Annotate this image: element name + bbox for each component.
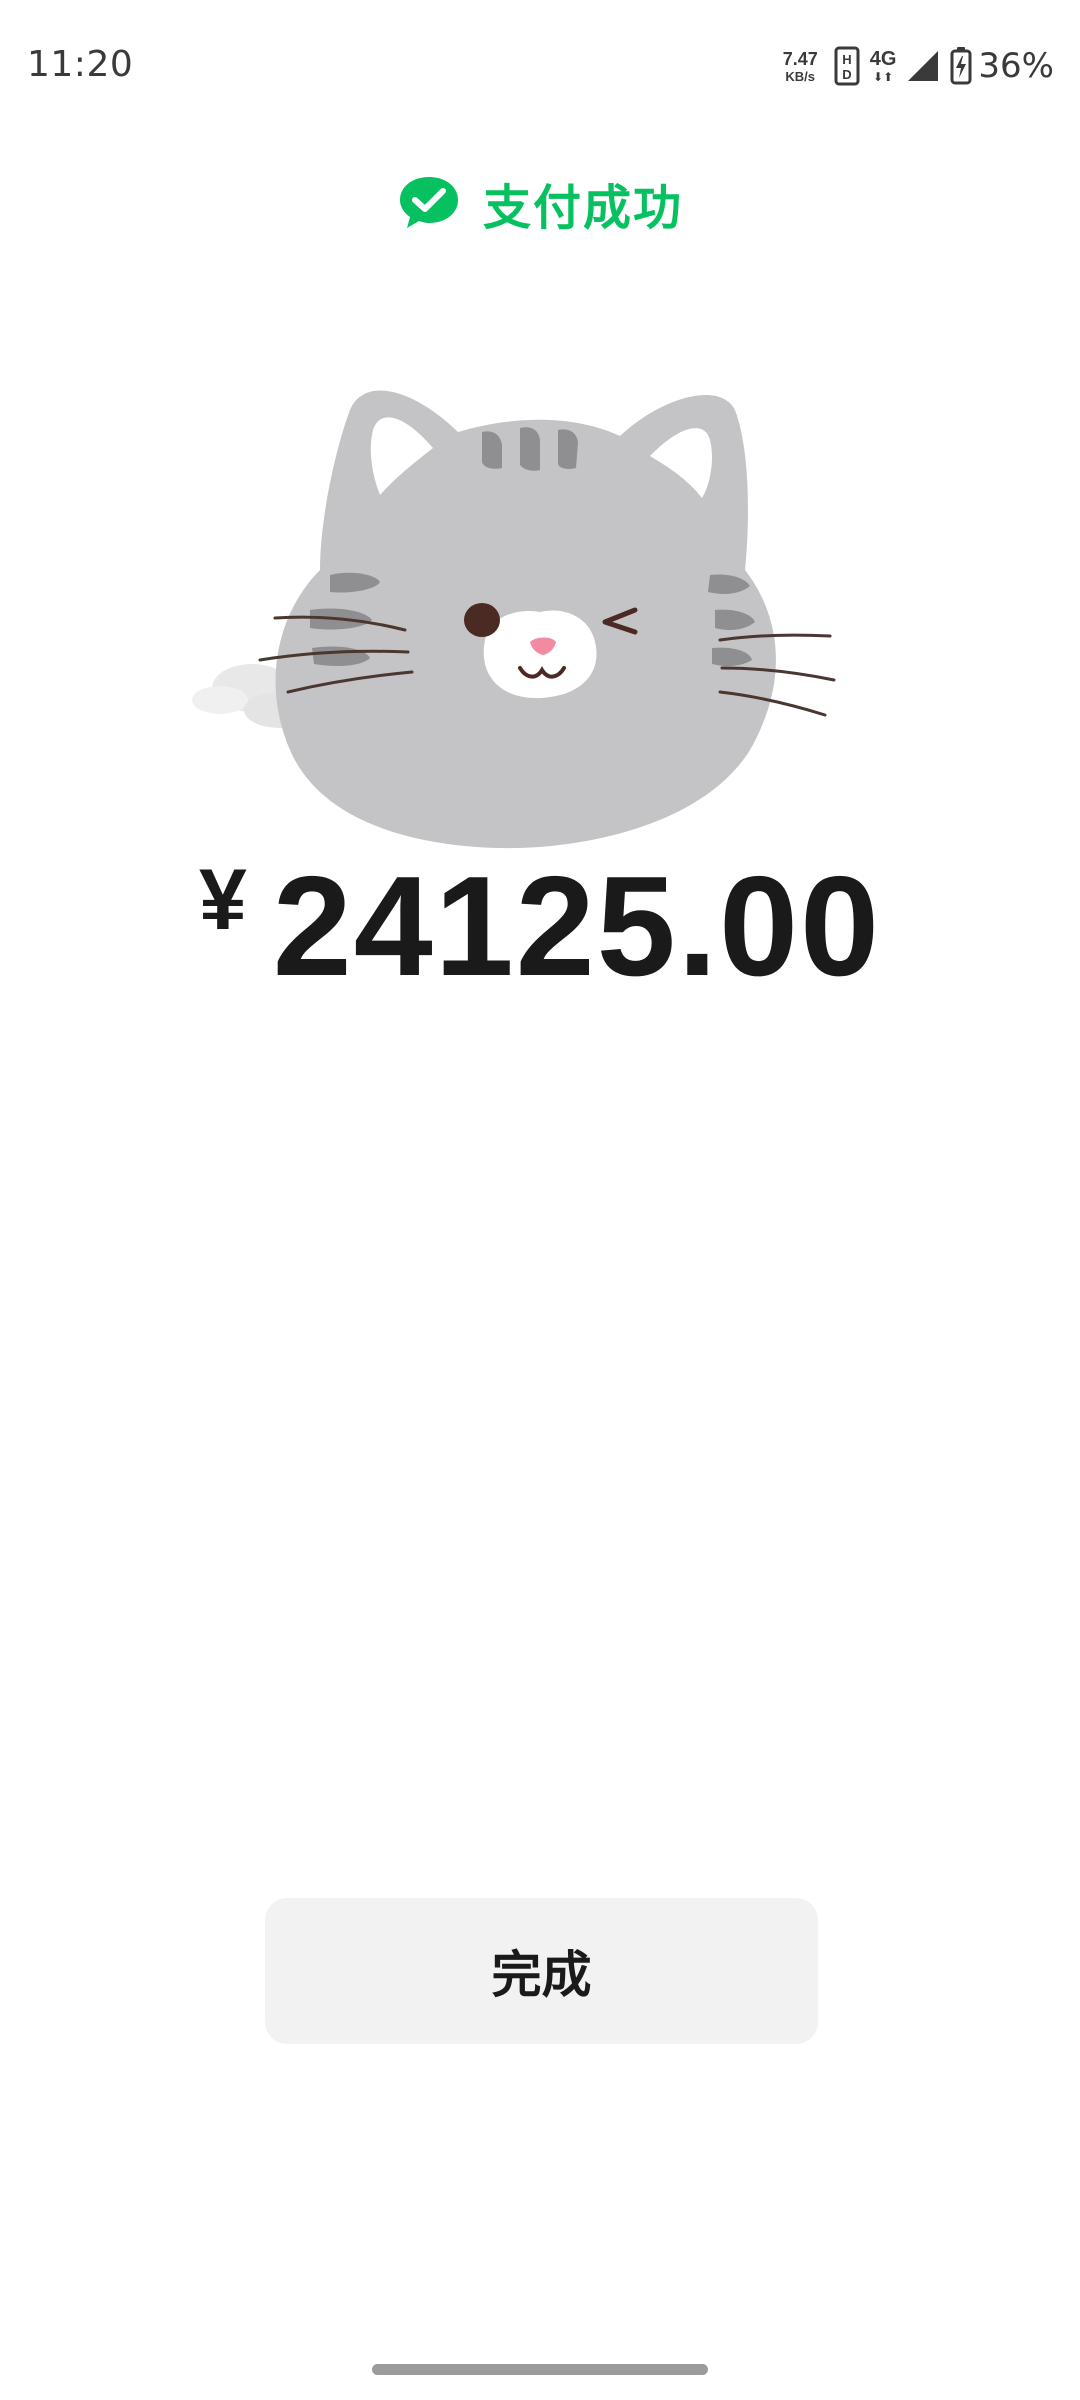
amount-value: 24125.00 (272, 847, 882, 1006)
wechat-pay-check-icon (399, 177, 458, 228)
svg-text:H: H (842, 52, 851, 67)
cell-signal-icon (908, 51, 939, 81)
winking-cat-illustration (192, 390, 836, 849)
battery-charging-icon (950, 47, 972, 85)
payment-success-title: 支付成功 (482, 180, 683, 236)
network-speed: 7.47 KB/s (783, 50, 818, 83)
hd-voice-icon: H D (834, 46, 860, 86)
done-button-label: 完成 (491, 1946, 592, 2004)
payment-success-header: 支付成功 (0, 168, 1080, 238)
data-arrows-icon: ⬇⬆ (873, 70, 894, 84)
network-speed-unit: KB/s (785, 68, 816, 84)
mobile-data-label: 4G (869, 48, 897, 70)
status-time: 11:20 (27, 44, 134, 85)
network-speed-value: 7.47 (782, 48, 818, 69)
svg-text:D: D (842, 67, 851, 82)
battery-percent: 36% (978, 46, 1054, 86)
status-bar: 11:20 7.47 KB/s H D 4G ⬇⬆ 36% (0, 0, 1080, 130)
payment-amount: ¥ 24125.00 (0, 848, 1080, 998)
mobile-data-indicator: 4G ⬇⬆ (870, 49, 897, 83)
done-button[interactable]: 完成 (265, 1898, 818, 2044)
status-icons: 7.47 KB/s H D 4G ⬇⬆ 36% (783, 40, 1054, 92)
currency-symbol: ¥ (198, 852, 247, 948)
home-indicator[interactable] (372, 2364, 708, 2375)
